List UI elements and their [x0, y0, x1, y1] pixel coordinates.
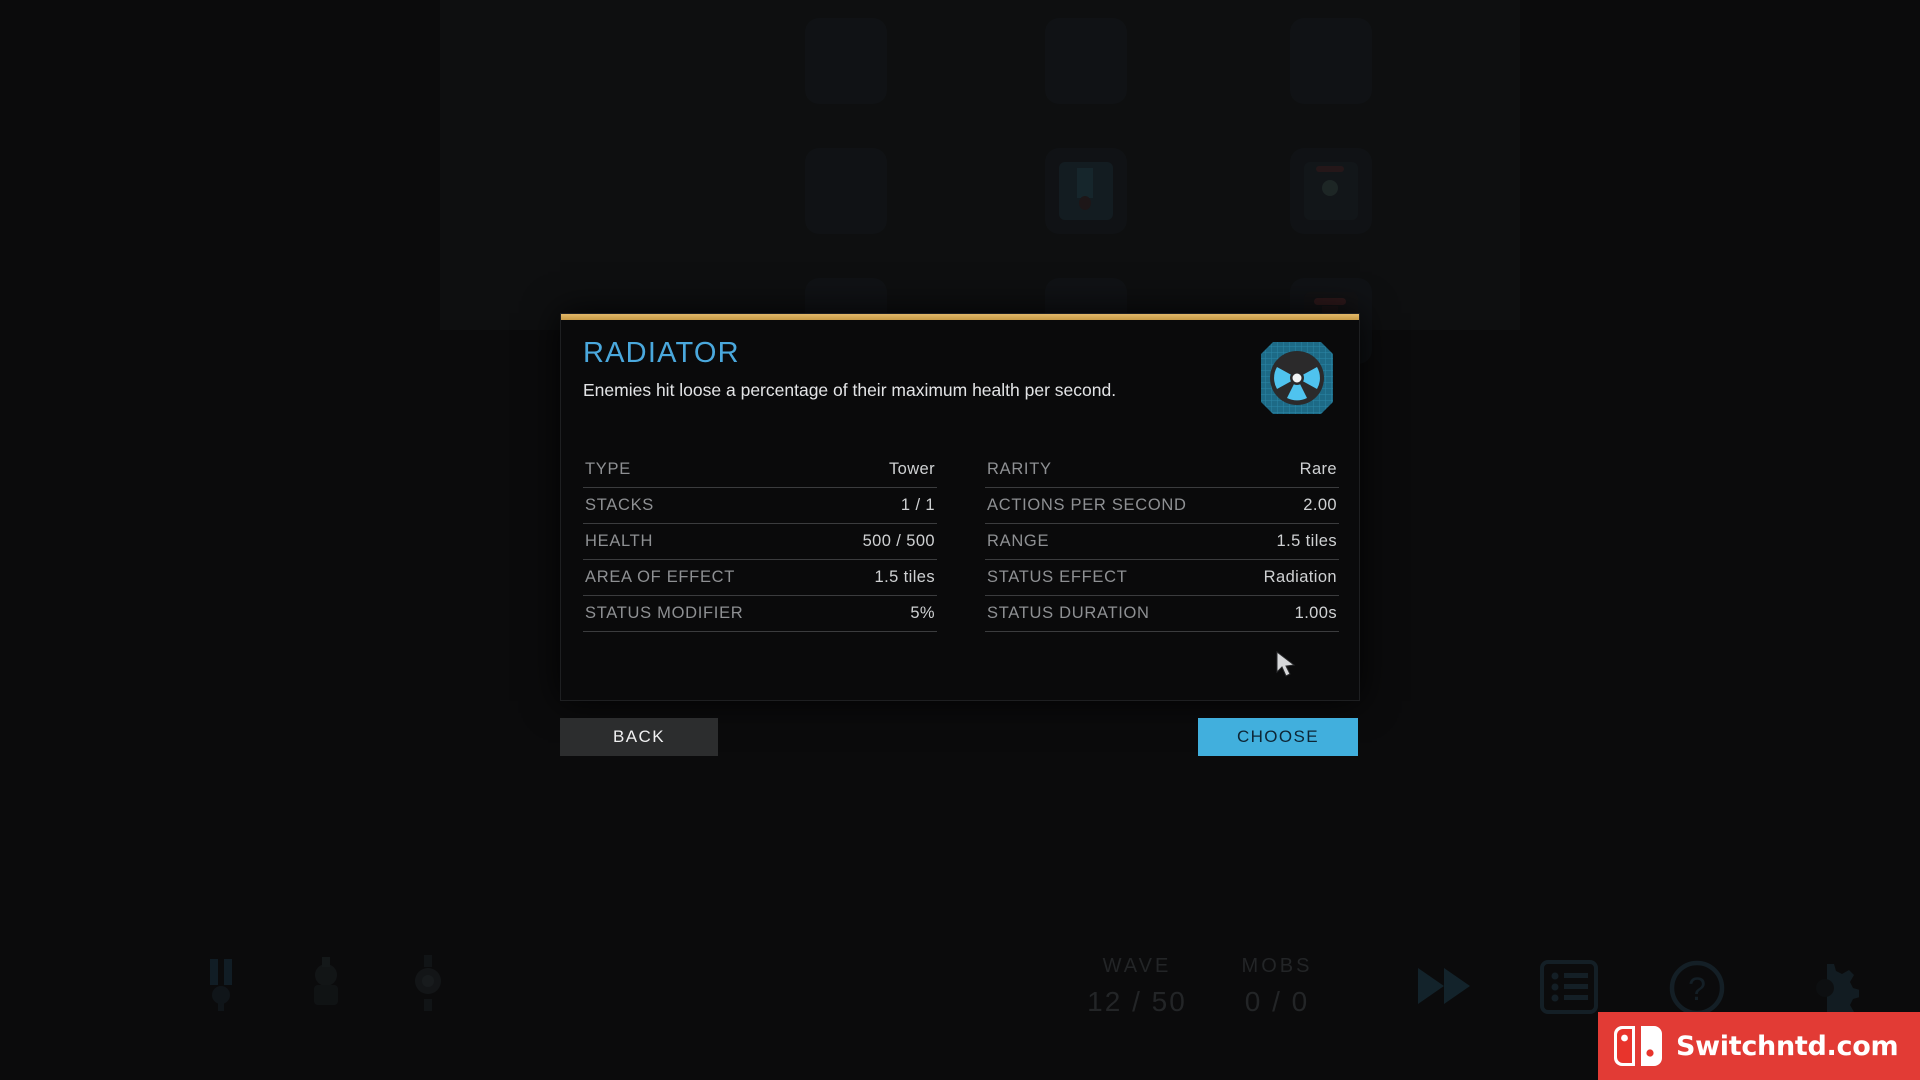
- stat-label: AREA OF EFFECT: [585, 568, 736, 586]
- dialog-body: RADIATOR Enemies hit loose a percentage …: [561, 314, 1359, 403]
- page-title: RADIATOR: [583, 337, 740, 369]
- svg-text:?: ?: [1688, 971, 1706, 1007]
- stat-label: STATUS MODIFIER: [585, 604, 744, 622]
- stat-label: RANGE: [987, 532, 1050, 550]
- table-row: AREA OF EFFECT 1.5 tiles: [583, 560, 937, 596]
- table-row: RANGE 1.5 tiles: [985, 524, 1339, 560]
- card-slot[interactable]: [1290, 18, 1372, 104]
- mouse-cursor: [1276, 650, 1298, 679]
- card-slot[interactable]: [805, 148, 887, 234]
- table-row: TYPE Tower: [583, 452, 937, 488]
- item-description: Enemies hit loose a percentage of their …: [583, 380, 1117, 401]
- stat-label: HEALTH: [585, 532, 654, 550]
- card-artwork: [1290, 148, 1372, 234]
- stat-value: 500 / 500: [862, 532, 935, 550]
- stat-label: STACKS: [585, 496, 654, 514]
- stats-grid: TYPE Tower STACKS 1 / 1 HEALTH 500 / 500…: [583, 452, 1339, 632]
- site-watermark: Switchntd.com: [1598, 1012, 1920, 1080]
- wave-counter: WAVE 12 / 50: [1072, 955, 1202, 1018]
- back-button[interactable]: BACK: [560, 718, 718, 756]
- stat-label: STATUS DURATION: [987, 604, 1150, 622]
- card-slot[interactable]: [1045, 18, 1127, 104]
- stat-label: TYPE: [585, 460, 631, 478]
- wave-label: WAVE: [1102, 955, 1172, 977]
- stat-value: 1.00s: [1294, 604, 1337, 622]
- table-row: STATUS EFFECT Radiation: [985, 560, 1339, 596]
- tower-icon-slot-2[interactable]: [300, 955, 352, 1011]
- mobs-label: MOBS: [1241, 955, 1313, 977]
- mobs-counter: MOBS 0 / 0: [1212, 955, 1342, 1018]
- table-row: STACKS 1 / 1: [583, 488, 937, 524]
- wave-value: 12 / 50: [1087, 986, 1187, 1017]
- column-divider: [937, 452, 985, 632]
- fast-forward-icon[interactable]: [1412, 962, 1476, 1015]
- tower-icon-slot-1[interactable]: [198, 955, 250, 1011]
- table-row: STATUS MODIFIER 5%: [583, 596, 937, 632]
- stat-value: Rare: [1299, 460, 1337, 478]
- stat-value: 1 / 1: [900, 496, 935, 514]
- choose-button[interactable]: CHOOSE: [1198, 718, 1358, 756]
- stats-column-right: RARITY Rare ACTIONS PER SECOND 2.00 RANG…: [985, 452, 1339, 632]
- tower-icon-slot-3[interactable]: [402, 955, 454, 1011]
- game-screen: WAVE 12 / 50 MOBS 0 / 0 ? RADIATOR Enemi…: [0, 0, 1920, 1080]
- table-row: STATUS DURATION 1.00s: [985, 596, 1339, 632]
- stat-value: 5%: [910, 604, 935, 622]
- table-row: HEALTH 500 / 500: [583, 524, 937, 560]
- mobs-value: 0 / 0: [1244, 986, 1310, 1017]
- nintendo-switch-joycon-logo: [1612, 1024, 1664, 1068]
- radiation-trefoil-icon: [1259, 340, 1335, 416]
- stat-value: 1.5 tiles: [874, 568, 935, 586]
- table-row: RARITY Rare: [985, 452, 1339, 488]
- stat-label: RARITY: [987, 460, 1052, 478]
- card-artwork: [1045, 148, 1127, 234]
- stat-value: 2.00: [1303, 496, 1337, 514]
- watermark-text: Switchntd.com: [1676, 1030, 1899, 1062]
- item-detail-dialog: RADIATOR Enemies hit loose a percentage …: [560, 313, 1360, 701]
- stat-value: Radiation: [1263, 568, 1337, 586]
- stat-label: ACTIONS PER SECOND: [987, 496, 1187, 514]
- stat-label: STATUS EFFECT: [987, 568, 1128, 586]
- stats-column-left: TYPE Tower STACKS 1 / 1 HEALTH 500 / 500…: [583, 452, 937, 632]
- card-slot[interactable]: [805, 18, 887, 104]
- table-row: ACTIONS PER SECOND 2.00: [985, 488, 1339, 524]
- stat-value: 1.5 tiles: [1276, 532, 1337, 550]
- stats-list-icon[interactable]: [1538, 958, 1600, 1021]
- stat-value: Tower: [888, 460, 935, 478]
